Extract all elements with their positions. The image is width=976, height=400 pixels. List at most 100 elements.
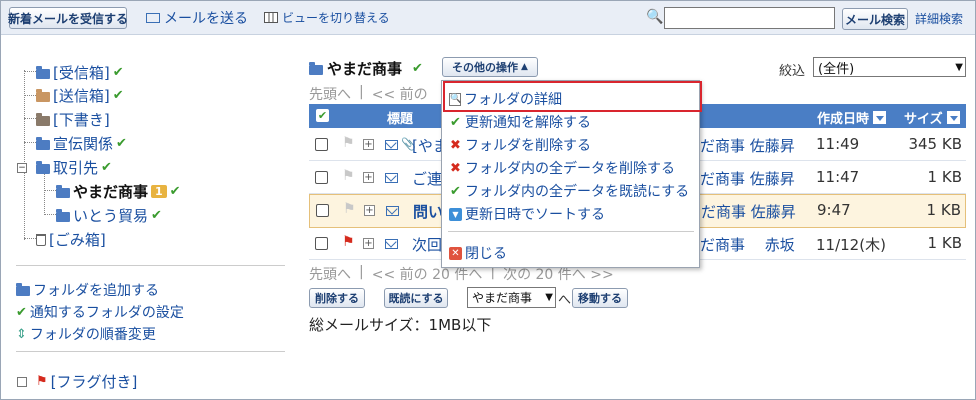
- menu-divider: [448, 231, 694, 232]
- close-icon: ✕: [449, 246, 462, 260]
- menu-item-label: フォルダ内の全データを削除する: [465, 161, 675, 177]
- expand-toggle[interactable]: [17, 377, 27, 387]
- envelope-icon: [146, 13, 160, 23]
- row-checkbox[interactable]: [316, 204, 329, 217]
- notify-settings-link[interactable]: ✔ 通知するフォルダの設定: [16, 302, 184, 322]
- folder-label: 取引先: [53, 159, 99, 177]
- folder-label: 宣伝関係: [53, 135, 114, 153]
- send-mail-link[interactable]: メールを送る: [146, 8, 248, 28]
- column-size-label: サイズ: [904, 112, 943, 127]
- row-time: 9:47: [817, 201, 851, 219]
- check-icon: ✔: [16, 304, 27, 320]
- add-folder-link[interactable]: フォルダを追加する: [16, 280, 159, 300]
- chevron-down-icon: ▼: [955, 61, 963, 73]
- folder-icon: [36, 65, 50, 79]
- sort-icon[interactable]: [873, 111, 887, 124]
- row-subject[interactable]: 問い: [413, 201, 443, 222]
- trash-icon: [36, 233, 46, 246]
- mail-search-button[interactable]: メール検索: [842, 8, 908, 30]
- select-all-checkbox[interactable]: ✔: [316, 109, 329, 122]
- check-icon: ✔: [101, 160, 112, 175]
- tree-line: [24, 71, 36, 72]
- folder-order-label: フォルダの順番変更: [29, 327, 156, 343]
- folder-label: [送信箱]: [53, 87, 110, 105]
- filter-value: (全件): [818, 61, 855, 77]
- top-toolbar: 新着メールを受信する メールを送る ビューを切り替える 🔍 メール検索 詳細検索: [1, 1, 975, 35]
- sidebar-item-sent[interactable]: [送信箱] ✔: [36, 85, 124, 106]
- menu-item-delete-folder[interactable]: ✖ フォルダを削除する: [449, 135, 591, 155]
- advanced-search-link[interactable]: 詳細検索: [915, 10, 963, 27]
- row-checkbox[interactable]: [315, 171, 328, 184]
- check-icon: ✔: [169, 184, 181, 199]
- search-input[interactable]: [664, 7, 835, 29]
- sidebar-item-inbox[interactable]: [受信箱] ✔: [36, 62, 124, 83]
- expand-icon[interactable]: +: [363, 172, 374, 183]
- collapse-toggle[interactable]: −: [17, 163, 27, 173]
- tree-line: [24, 142, 36, 143]
- pager-first: 先頭へ: [309, 87, 351, 103]
- folder-icon: [36, 136, 50, 150]
- menu-item-sort-updated[interactable]: ▼ 更新日時でソートする: [449, 204, 605, 224]
- folder-order-link[interactable]: ⇕ フォルダの順番変更: [16, 324, 156, 344]
- row-from[interactable]: だ商事 佐藤昇: [701, 201, 796, 222]
- row-checkbox[interactable]: [315, 138, 328, 151]
- sidebar-item-yamada[interactable]: やまだ商事 1 ✔: [56, 181, 181, 202]
- folder-icon: [309, 61, 323, 75]
- chevron-down-icon: ▼: [545, 292, 553, 303]
- triangle-up-icon: ▲: [521, 62, 528, 72]
- switch-view-label: ビューを切り替える: [282, 11, 390, 25]
- menu-item-mark-all-read[interactable]: ✔ フォルダ内の全データを既読にする: [449, 181, 689, 201]
- other-operations-button[interactable]: その他の操作 ▲: [442, 57, 538, 77]
- delete-x-icon: ✖: [450, 137, 461, 153]
- expand-icon[interactable]: +: [363, 139, 374, 150]
- column-subject[interactable]: 標題: [387, 108, 413, 127]
- sidebar-item-drafts[interactable]: [下書き]: [36, 109, 110, 130]
- filter-label: 絞込: [779, 64, 806, 79]
- unread-badge: 1: [151, 185, 167, 198]
- receive-mail-button[interactable]: 新着メールを受信する: [8, 7, 128, 29]
- folder-label: [ごみ箱]: [49, 231, 106, 249]
- pager-prev: << 前の: [371, 87, 428, 103]
- delete-button[interactable]: 削除する: [309, 288, 365, 308]
- tree-line: [44, 214, 56, 215]
- mark-read-button[interactable]: 既読にする: [384, 288, 448, 308]
- expand-icon[interactable]: +: [363, 238, 374, 249]
- check-icon: ✔: [412, 61, 423, 76]
- menu-item-label: 更新日時でソートする: [465, 207, 605, 223]
- filter-select[interactable]: (全件) ▼: [813, 57, 966, 77]
- row-from[interactable]: だ商事 佐藤昇: [700, 135, 795, 156]
- column-created[interactable]: 作成日時: [817, 108, 887, 127]
- menu-item-delete-all[interactable]: ✖ フォルダ内の全データを削除する: [449, 158, 675, 178]
- menu-item-close[interactable]: ✕ 閉じる: [449, 243, 507, 263]
- row-checkbox[interactable]: [315, 237, 328, 250]
- sidebar-item-ads[interactable]: 宣伝関係 ✔: [36, 133, 127, 154]
- flagged-label: [フラグ付き]: [50, 373, 138, 391]
- total-size-text: 総メールサイズ：1MB以下: [309, 316, 492, 334]
- row-from[interactable]: だ商事 赤坂: [700, 234, 795, 255]
- sidebar-item-ito[interactable]: いとう貿易 ✔: [56, 205, 162, 226]
- menu-item-unnotify[interactable]: ✔ 更新通知を解除する: [449, 112, 591, 132]
- move-button[interactable]: 移動する: [572, 288, 628, 308]
- flag-icon[interactable]: ⚑: [342, 234, 355, 250]
- columns-icon: [264, 12, 278, 23]
- switch-view-link[interactable]: ビューを切り替える: [264, 9, 390, 26]
- check-icon: ✔: [450, 114, 461, 130]
- highlight-box: [443, 81, 702, 112]
- expand-icon[interactable]: +: [364, 205, 375, 216]
- sidebar-item-trash[interactable]: [ごみ箱]: [36, 229, 106, 250]
- row-time: 11:49: [816, 135, 860, 153]
- sidebar-item-flagged[interactable]: ⚑ [フラグ付き]: [36, 371, 137, 392]
- row-subject[interactable]: 次回: [412, 234, 442, 255]
- folder-icon: [36, 88, 50, 102]
- row-from[interactable]: だ商事 佐藤昇: [700, 168, 795, 189]
- sidebar-item-clients[interactable]: 取引先 ✔: [36, 157, 112, 178]
- column-size[interactable]: サイズ: [904, 108, 960, 127]
- flag-icon[interactable]: ⚑: [342, 168, 355, 184]
- flag-icon[interactable]: ⚑: [343, 201, 356, 217]
- sort-icon[interactable]: [946, 111, 960, 124]
- folder-label: [下書き]: [53, 111, 110, 129]
- flag-icon[interactable]: ⚑: [342, 135, 355, 151]
- row-subject[interactable]: ご連: [412, 168, 442, 189]
- move-target-select[interactable]: やまだ商事 ▼: [467, 287, 556, 308]
- sidebar-divider: [16, 265, 285, 266]
